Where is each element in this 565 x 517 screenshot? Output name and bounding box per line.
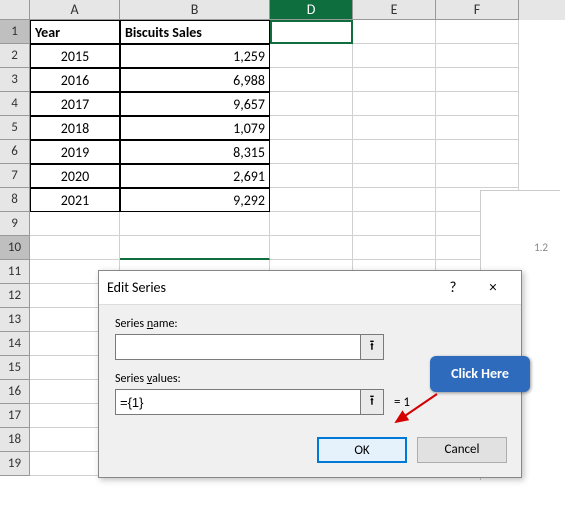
row-header[interactable]: 14 (0, 332, 30, 356)
row-header[interactable]: 9 (0, 212, 30, 236)
col-header-D[interactable]: D (270, 0, 353, 20)
cell-B1[interactable]: Biscuits Sales (120, 20, 270, 44)
col-header-B[interactable]: B (120, 0, 270, 20)
cell-B6[interactable]: 8,315 (120, 140, 270, 164)
cell-A5[interactable]: 2018 (30, 116, 120, 140)
cell[interactable] (270, 68, 353, 92)
collapse-icon: ⭱ (370, 335, 375, 359)
cell-A8[interactable]: 2021 (30, 188, 120, 212)
cell[interactable] (353, 20, 436, 44)
row-header[interactable]: 7 (0, 164, 30, 188)
collapse-icon: ⭱ (370, 390, 375, 414)
series-values-result: = 1 (394, 395, 410, 410)
row-header[interactable]: 13 (0, 308, 30, 332)
cell-B7[interactable]: 2,691 (120, 164, 270, 188)
cell[interactable] (30, 212, 120, 236)
cell[interactable] (436, 164, 519, 188)
row-header[interactable]: 1 (0, 20, 30, 44)
dialog-title: Edit Series (107, 279, 433, 296)
dialog-titlebar[interactable]: Edit Series ? × (99, 271, 521, 305)
ok-button[interactable]: OK (317, 437, 407, 463)
row-header[interactable]: 18 (0, 428, 30, 452)
cell[interactable] (30, 236, 120, 260)
cell[interactable] (353, 188, 436, 212)
cell[interactable] (353, 236, 436, 260)
cell[interactable] (436, 20, 519, 44)
cell[interactable] (436, 92, 519, 116)
cell[interactable] (120, 236, 270, 260)
close-button[interactable]: × (473, 271, 513, 305)
cell[interactable] (270, 236, 353, 260)
cell-A2[interactable]: 2015 (30, 44, 120, 68)
series-values-input[interactable] (115, 389, 361, 415)
cell-B2[interactable]: 1,259 (120, 44, 270, 68)
row-header[interactable]: 15 (0, 356, 30, 380)
series-name-label: Series name: (115, 317, 505, 331)
cell[interactable] (353, 116, 436, 140)
row-header[interactable]: 3 (0, 68, 30, 92)
row-header[interactable]: 2 (0, 44, 30, 68)
cancel-button[interactable]: Cancel (417, 437, 507, 463)
cell[interactable] (270, 188, 353, 212)
cell[interactable] (270, 116, 353, 140)
cell[interactable] (436, 44, 519, 68)
cell-D1-active[interactable] (270, 20, 353, 44)
select-all-corner[interactable] (0, 0, 30, 20)
cell[interactable] (120, 212, 270, 236)
cell[interactable] (270, 164, 353, 188)
row-header[interactable]: 5 (0, 116, 30, 140)
cell[interactable] (436, 116, 519, 140)
cell[interactable] (270, 140, 353, 164)
cell-A1[interactable]: Year (30, 20, 120, 44)
cell[interactable] (270, 212, 353, 236)
row-header[interactable]: 12 (0, 284, 30, 308)
cell[interactable] (436, 68, 519, 92)
cell[interactable] (353, 164, 436, 188)
chart-tick-label: 1.2 (534, 241, 548, 254)
row-header[interactable]: 19 (0, 452, 30, 476)
cell[interactable] (353, 140, 436, 164)
help-button[interactable]: ? (433, 271, 473, 305)
row-header[interactable]: 11 (0, 260, 30, 284)
row-header[interactable]: 10 (0, 236, 30, 260)
col-header-F[interactable]: F (436, 0, 519, 20)
series-name-input[interactable] (115, 334, 361, 360)
cell-A7[interactable]: 2020 (30, 164, 120, 188)
annotation-callout: Click Here (430, 356, 530, 392)
cell-A6[interactable]: 2019 (30, 140, 120, 164)
cell-B5[interactable]: 1,079 (120, 116, 270, 140)
row-header[interactable]: 4 (0, 92, 30, 116)
cell[interactable] (436, 140, 519, 164)
cell-B8[interactable]: 9,292 (120, 188, 270, 212)
row-header[interactable]: 16 (0, 380, 30, 404)
cell[interactable] (270, 44, 353, 68)
cell-B4[interactable]: 9,657 (120, 92, 270, 116)
cell-B3[interactable]: 6,988 (120, 68, 270, 92)
series-values-ref-button[interactable]: ⭱ (360, 389, 384, 415)
series-name-ref-button[interactable]: ⭱ (360, 334, 384, 360)
col-header-E[interactable]: E (353, 0, 436, 20)
column-headers: A B D E F (0, 0, 565, 20)
cell[interactable] (353, 212, 436, 236)
cell-A4[interactable]: 2017 (30, 92, 120, 116)
cell[interactable] (353, 68, 436, 92)
col-header-A[interactable]: A (30, 0, 120, 20)
row-header[interactable]: 6 (0, 140, 30, 164)
cell[interactable] (353, 92, 436, 116)
cell[interactable] (353, 44, 436, 68)
cell[interactable] (270, 92, 353, 116)
row-header[interactable]: 17 (0, 404, 30, 428)
row-header[interactable]: 8 (0, 188, 30, 212)
cell-A3[interactable]: 2016 (30, 68, 120, 92)
